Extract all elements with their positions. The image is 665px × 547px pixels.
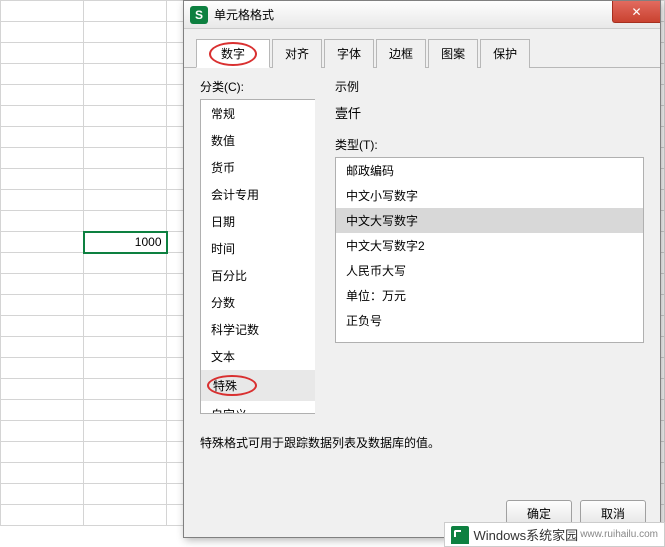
close-button[interactable]: ✕ xyxy=(612,1,660,23)
example-label: 示例 xyxy=(335,78,644,95)
cell-format-dialog: S 单元格格式 ✕ 数字 对齐 字体 边框 图案 保护 分类(C): 常规 数值… xyxy=(183,0,661,538)
category-percent[interactable]: 百分比 xyxy=(201,262,315,289)
category-number[interactable]: 数值 xyxy=(201,127,315,154)
category-list[interactable]: 常规 数值 货币 会计专用 日期 时间 百分比 分数 科学记数 文本 特殊 自定… xyxy=(200,99,315,414)
type-rmb-upper[interactable]: 人民币大写 xyxy=(336,258,643,283)
close-icon: ✕ xyxy=(631,5,641,19)
type-plus-minus[interactable]: 正负号 xyxy=(336,308,643,333)
category-time[interactable]: 时间 xyxy=(201,235,315,262)
tab-bar: 数字 对齐 字体 边框 图案 保护 xyxy=(184,29,660,68)
tab-protect[interactable]: 保护 xyxy=(480,39,530,68)
tab-number-label: 数字 xyxy=(209,42,257,66)
format-description: 特殊格式可用于跟踪数据列表及数据库的值。 xyxy=(184,424,660,461)
watermark-text: Windows系统家园 xyxy=(473,525,578,544)
dialog-title: 单元格格式 xyxy=(214,6,274,23)
category-general[interactable]: 常规 xyxy=(201,100,315,127)
category-label: 分类(C): xyxy=(200,78,315,95)
watermark-url: www.ruihailu.com xyxy=(580,529,658,540)
titlebar[interactable]: S 单元格格式 ✕ xyxy=(184,1,660,29)
category-fraction[interactable]: 分数 xyxy=(201,289,315,316)
type-postal[interactable]: 邮政编码 xyxy=(336,158,643,183)
category-text[interactable]: 文本 xyxy=(201,343,315,370)
category-accounting[interactable]: 会计专用 xyxy=(201,181,315,208)
active-cell[interactable]: 1000 xyxy=(84,232,167,253)
windows-icon xyxy=(451,526,469,544)
category-currency[interactable]: 货币 xyxy=(201,154,315,181)
type-list[interactable]: 邮政编码 中文小写数字 中文大写数字 中文大写数字2 人民币大写 单位：万元 正… xyxy=(335,157,644,343)
category-date[interactable]: 日期 xyxy=(201,208,315,235)
type-cn-upper2[interactable]: 中文大写数字2 xyxy=(336,233,643,258)
type-cn-upper[interactable]: 中文大写数字 xyxy=(336,208,643,233)
category-special-label: 特殊 xyxy=(207,375,257,396)
watermark: Windows系统家园 www.ruihailu.com xyxy=(444,522,665,547)
category-scientific[interactable]: 科学记数 xyxy=(201,316,315,343)
type-cn-lower[interactable]: 中文小写数字 xyxy=(336,183,643,208)
tab-border[interactable]: 边框 xyxy=(376,39,426,68)
type-unit-wan[interactable]: 单位：万元 xyxy=(336,283,643,308)
example-value: 壹仟 xyxy=(335,103,644,122)
tab-number[interactable]: 数字 xyxy=(196,39,270,68)
category-special[interactable]: 特殊 xyxy=(201,370,315,401)
tab-align[interactable]: 对齐 xyxy=(272,39,322,68)
app-icon: S xyxy=(190,6,208,24)
tab-pattern[interactable]: 图案 xyxy=(428,39,478,68)
type-label: 类型(T): xyxy=(335,136,644,153)
category-custom[interactable]: 自定义 xyxy=(201,401,315,414)
tab-font[interactable]: 字体 xyxy=(324,39,374,68)
